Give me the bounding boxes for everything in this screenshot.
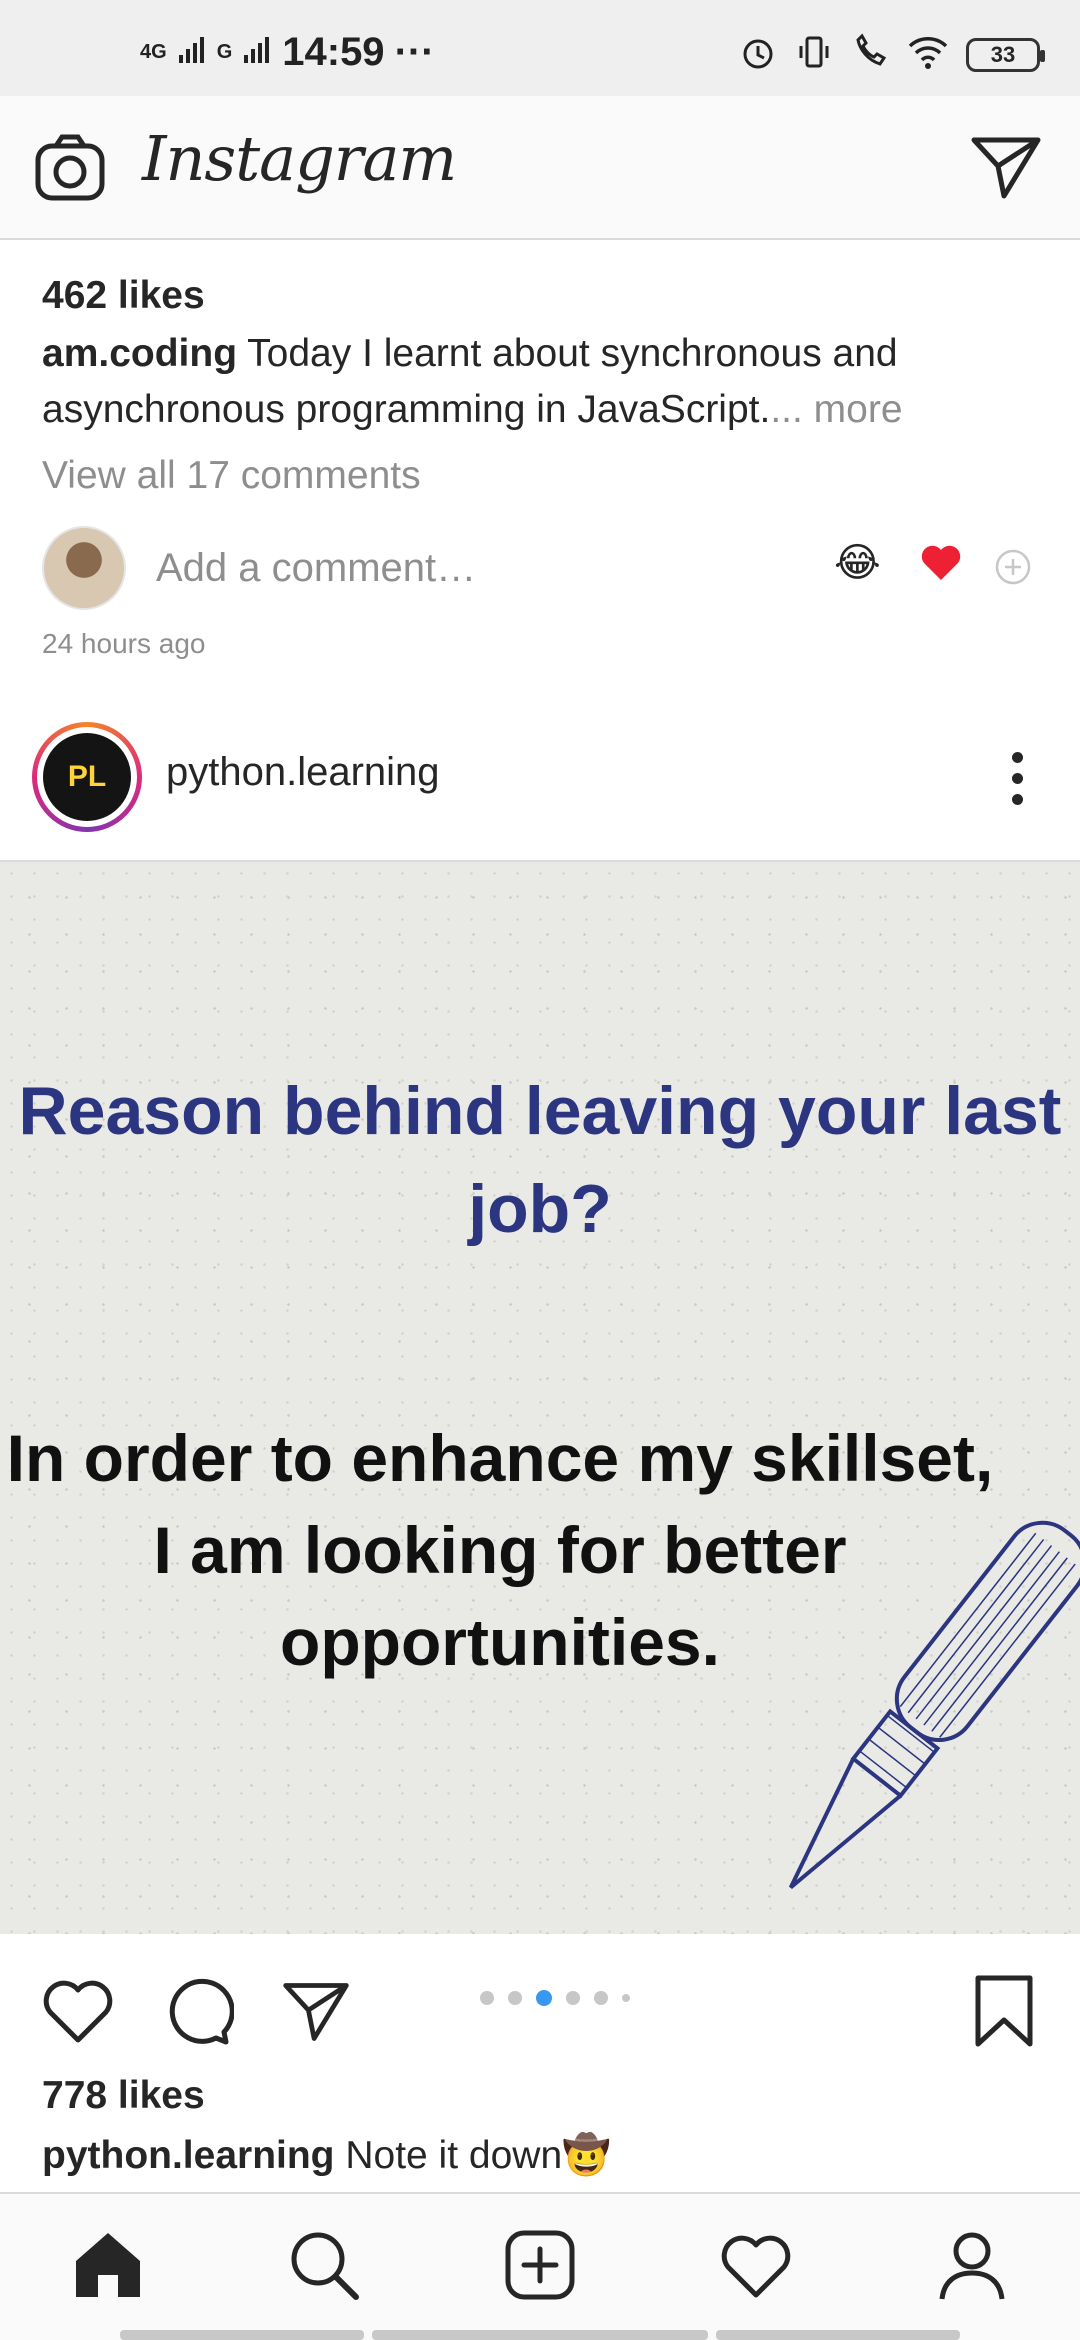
signal-icon-2 bbox=[242, 30, 272, 75]
add-comment-input[interactable]: Add a comment… bbox=[156, 546, 476, 591]
current-user-avatar bbox=[42, 526, 126, 610]
post-header: PL python.learning bbox=[0, 700, 1080, 850]
network-g-indicator: G bbox=[216, 41, 233, 63]
quick-reaction-laugh[interactable]: 😂 bbox=[834, 540, 881, 586]
profile-icon[interactable] bbox=[934, 2227, 1010, 2308]
direct-message-icon[interactable] bbox=[968, 130, 1044, 211]
carousel-dot bbox=[480, 1991, 494, 2005]
post-caption-author[interactable]: python.learning bbox=[42, 2134, 335, 2177]
status-left: 4G G 14:59 ··· bbox=[140, 30, 435, 75]
post-actions bbox=[0, 1950, 1080, 2060]
prev-post-timestamp: 24 hours ago bbox=[42, 628, 206, 659]
carousel-dot bbox=[622, 1994, 630, 2002]
camera-icon[interactable] bbox=[34, 132, 106, 209]
python-learning-avatar: PL bbox=[43, 733, 131, 821]
post-image[interactable]: Reason behind leaving your last job? In … bbox=[0, 860, 1080, 1934]
cowboy-emoji: 🤠 bbox=[562, 2134, 611, 2177]
prev-post-caption: am.coding Today I learnt about synchrono… bbox=[42, 326, 1042, 438]
share-icon[interactable] bbox=[280, 1976, 352, 2053]
system-gesture-bar bbox=[372, 2330, 708, 2340]
battery-indicator: 33 bbox=[966, 37, 1045, 72]
post-caption-text: Note it down bbox=[345, 2134, 563, 2177]
home-icon[interactable] bbox=[70, 2227, 146, 2308]
quick-reaction-heart[interactable] bbox=[918, 540, 964, 596]
status-bar: 4G G 14:59 ··· 33 bbox=[0, 0, 1080, 96]
system-gesture-bar bbox=[120, 2330, 364, 2340]
prev-post-author[interactable]: am.coding bbox=[42, 332, 237, 375]
network-4g-indicator: 4G bbox=[140, 41, 167, 63]
carousel-indicator bbox=[480, 1990, 630, 2006]
prev-post-more-link[interactable]: ... more bbox=[770, 388, 902, 431]
post-username[interactable]: python.learning bbox=[166, 750, 440, 795]
wifi-call-icon bbox=[850, 32, 890, 77]
app-logo: Instagram bbox=[142, 122, 457, 195]
alarm-icon bbox=[738, 32, 778, 77]
image-title-text: Reason behind leaving your last job? bbox=[18, 1073, 1062, 1247]
prev-post-likes[interactable]: 462 likes bbox=[42, 268, 1042, 324]
carousel-dot bbox=[566, 1991, 580, 2005]
top-app-bar: Instagram bbox=[0, 96, 1080, 240]
vibrate-icon bbox=[794, 32, 834, 77]
pen-illustration-icon bbox=[788, 1520, 1080, 1890]
like-heart-icon[interactable] bbox=[40, 1976, 116, 2049]
status-more: ··· bbox=[394, 30, 435, 74]
comment-icon[interactable] bbox=[162, 1976, 235, 2053]
status-time: 14:59 bbox=[282, 30, 385, 74]
view-all-comments-link[interactable]: View all 17 comments bbox=[42, 448, 1042, 504]
story-ring[interactable]: PL bbox=[32, 722, 142, 832]
add-post-icon[interactable] bbox=[502, 2227, 578, 2308]
more-options-icon[interactable] bbox=[1012, 752, 1024, 805]
save-bookmark-icon[interactable] bbox=[972, 1974, 1036, 2053]
status-right: 33 bbox=[738, 32, 1045, 77]
carousel-dot-active bbox=[536, 1990, 552, 2006]
system-gesture-bar bbox=[716, 2330, 960, 2340]
carousel-dot bbox=[594, 1991, 608, 2005]
quick-reaction-add-icon[interactable] bbox=[994, 548, 1032, 596]
wifi-icon bbox=[906, 32, 950, 77]
post-caption: python.learning Note it down🤠 bbox=[42, 2128, 1042, 2184]
bottom-navigation bbox=[0, 2192, 1080, 2340]
signal-icon bbox=[177, 30, 207, 75]
post-likes[interactable]: 778 likes bbox=[42, 2068, 1042, 2124]
activity-heart-icon[interactable] bbox=[718, 2230, 794, 2305]
search-icon[interactable] bbox=[286, 2227, 362, 2308]
carousel-dot bbox=[508, 1991, 522, 2005]
